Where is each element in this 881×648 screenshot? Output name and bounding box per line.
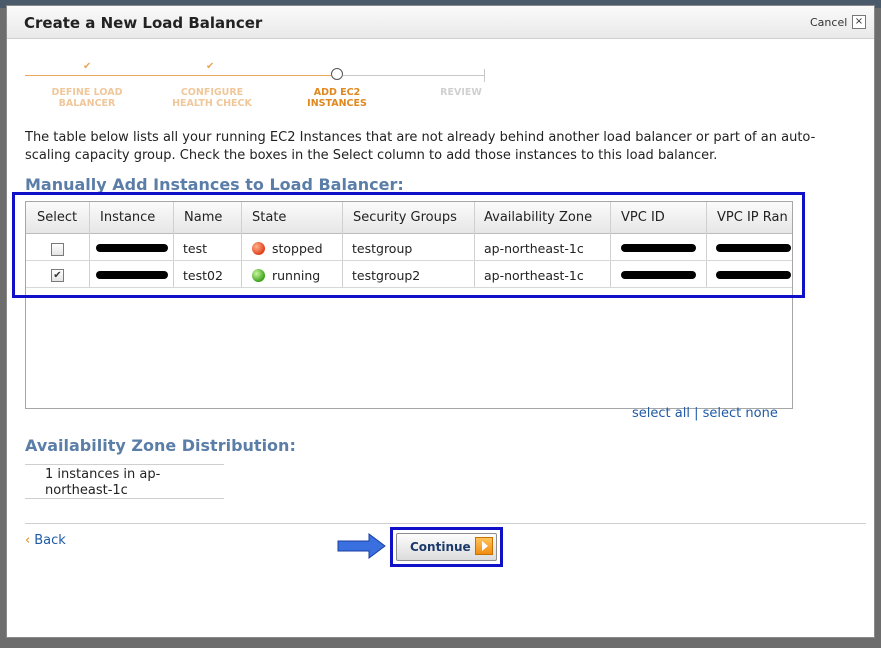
wizard-step-review: REVIEW xyxy=(406,87,516,98)
close-icon[interactable]: × xyxy=(852,15,866,29)
wizard-progress-line-done xyxy=(25,75,331,76)
wizard-step-line: HEALTH CHECK xyxy=(172,98,252,109)
wizard-step-line: DEFINE LOAD xyxy=(51,87,123,98)
footer-divider xyxy=(25,523,866,524)
select-none-link[interactable]: select none xyxy=(703,406,778,421)
blue-right-arrow-icon xyxy=(337,533,386,559)
intro-text: The table below lists all your running E… xyxy=(25,130,816,163)
back-chevron-icon: ‹ xyxy=(25,533,31,548)
table-highlight-box xyxy=(12,192,805,298)
selection-separator: | xyxy=(694,406,699,421)
select-all-link[interactable]: select all xyxy=(632,406,690,421)
cancel-link[interactable]: Cancel xyxy=(810,16,847,29)
back-label: Back xyxy=(34,533,66,548)
az-distribution-title: Availability Zone Distribution: xyxy=(25,436,296,455)
wizard-step-configure-health-check: CONFIGURE HEALTH CHECK xyxy=(157,87,267,109)
continue-button[interactable]: Continue xyxy=(396,533,497,561)
wizard-step-line: BALANCER xyxy=(58,98,116,109)
current-step-circle-icon xyxy=(331,68,343,80)
wizard-progress-end-tick xyxy=(484,69,485,82)
az-distribution-box: 1 instances in ap-northeast-1c xyxy=(25,464,224,499)
az-distribution-text: 1 instances in ap-northeast-1c xyxy=(45,467,161,498)
wizard-step-line: CONFIGURE xyxy=(180,87,244,98)
wizard-step-line: REVIEW xyxy=(440,87,482,98)
selection-links: select all | select none xyxy=(632,406,778,421)
wizard-step-line: INSTANCES xyxy=(307,98,367,109)
dialog-titlebar: Create a New Load Balancer Cancel × xyxy=(7,6,874,39)
wizard-step-line: ADD EC2 xyxy=(313,87,361,98)
dialog-title: Create a New Load Balancer xyxy=(24,14,263,32)
orange-play-arrow-icon xyxy=(475,537,493,555)
back-link[interactable]: ‹ Back xyxy=(25,533,66,548)
wizard-step-define-load-balancer: DEFINE LOAD BALANCER xyxy=(32,87,142,109)
wizard-step-add-ec2-instances: ADD EC2 INSTANCES xyxy=(282,87,392,109)
create-load-balancer-dialog: Create a New Load Balancer Cancel × ✔ ✔ … xyxy=(6,5,875,638)
step-complete-check-icon: ✔ xyxy=(206,61,215,72)
continue-label: Continue xyxy=(410,540,471,554)
wizard-progress-line-remaining xyxy=(343,75,484,76)
step-complete-check-icon: ✔ xyxy=(83,61,92,72)
